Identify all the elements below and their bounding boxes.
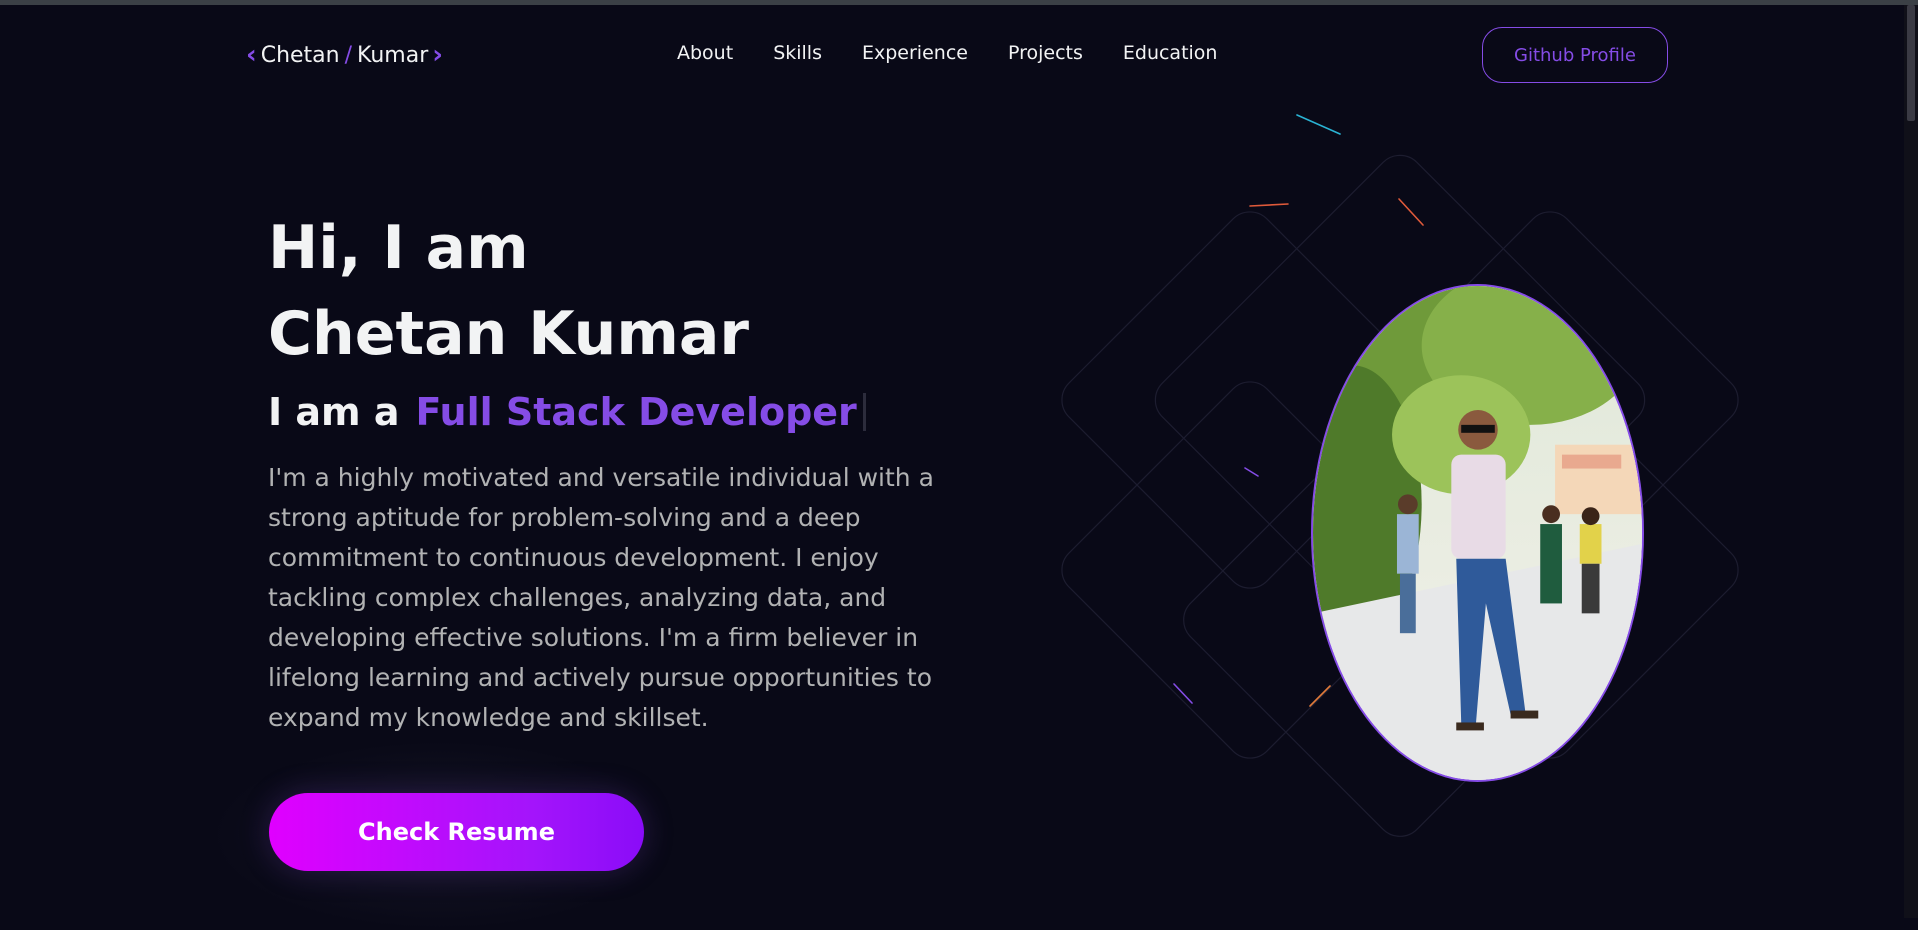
logo-first-name: Chetan [260, 42, 340, 68]
nav-link-projects[interactable]: Projects [1008, 42, 1083, 64]
nav-link-experience[interactable]: Experience [862, 42, 968, 64]
hero-role-line: I am a Full Stack Developer [268, 390, 866, 434]
hero-greeting: Hi, I am [268, 213, 529, 283]
main-nav: About Skills Experience Projects Educati… [677, 42, 1217, 64]
role-typewriter-text: Full Stack Developer [415, 390, 857, 434]
nav-link-education[interactable]: Education [1123, 42, 1218, 64]
check-resume-button[interactable]: Check Resume [269, 793, 644, 871]
page-scrollbar[interactable] [1904, 5, 1918, 918]
scrollbar-thumb[interactable] [1907, 5, 1915, 121]
window-top-border [0, 0, 1918, 5]
role-prefix: I am a [268, 390, 400, 434]
hero-description: I'm a highly motivated and versatile ind… [268, 463, 934, 732]
site-logo[interactable]: ‹ Chetan / Kumar › [246, 38, 443, 72]
typing-cursor [862, 393, 866, 431]
hero-heading: Hi, I am Chetan Kumar [268, 205, 968, 377]
profile-photo [1311, 284, 1644, 782]
hero-name: Chetan Kumar [268, 299, 749, 369]
chevron-left-icon: ‹ [246, 40, 257, 70]
github-profile-button[interactable]: Github Profile [1482, 27, 1668, 83]
profile-photo-image [1313, 286, 1642, 780]
logo-slash: / [344, 42, 353, 68]
chevron-right-icon: › [432, 40, 443, 70]
nav-link-about[interactable]: About [677, 42, 733, 64]
nav-link-skills[interactable]: Skills [773, 42, 822, 64]
logo-last-name: Kumar [357, 42, 429, 68]
